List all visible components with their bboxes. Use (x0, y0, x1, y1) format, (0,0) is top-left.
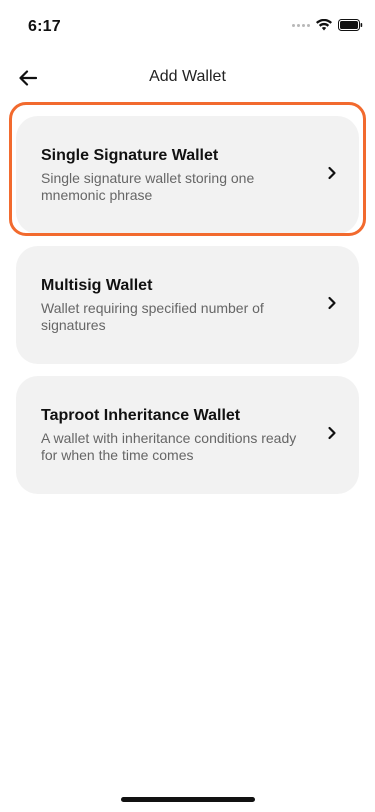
wallet-option-description: A wallet with inheritance conditions rea… (41, 430, 297, 463)
status-icons (292, 19, 363, 31)
header: Add Wallet (0, 58, 375, 98)
single-signature-wallet-option[interactable]: Single Signature Wallet Single signature… (16, 116, 359, 234)
wallet-option-title: Single Signature Wallet (41, 147, 219, 164)
wallet-option-description: Wallet requiring specified number of sig… (41, 300, 264, 333)
wallet-option-description: Single signature wallet storing one mnem… (41, 170, 255, 203)
cellular-signal-icon (292, 23, 310, 27)
wallet-type-list: Single Signature Wallet Single signature… (16, 116, 359, 506)
chevron-right-icon (328, 296, 336, 310)
status-time: 6:17 (28, 18, 61, 35)
battery-icon (338, 19, 363, 31)
taproot-inheritance-wallet-option[interactable]: Taproot Inheritance Wallet A wallet with… (16, 376, 359, 494)
chevron-right-icon (328, 166, 336, 180)
page-title: Add Wallet (149, 68, 226, 85)
home-indicator (121, 797, 255, 802)
wifi-icon (316, 19, 332, 31)
wallet-option-title: Taproot Inheritance Wallet (41, 407, 241, 424)
status-bar: 6:17 (0, 0, 375, 50)
add-wallet-screen: 6:17 Add Wallet Single Signature Wallet … (0, 0, 375, 812)
wallet-option-title: Multisig Wallet (41, 277, 153, 294)
chevron-right-icon (328, 426, 336, 440)
multisig-wallet-option[interactable]: Multisig Wallet Wallet requiring specifi… (16, 246, 359, 364)
